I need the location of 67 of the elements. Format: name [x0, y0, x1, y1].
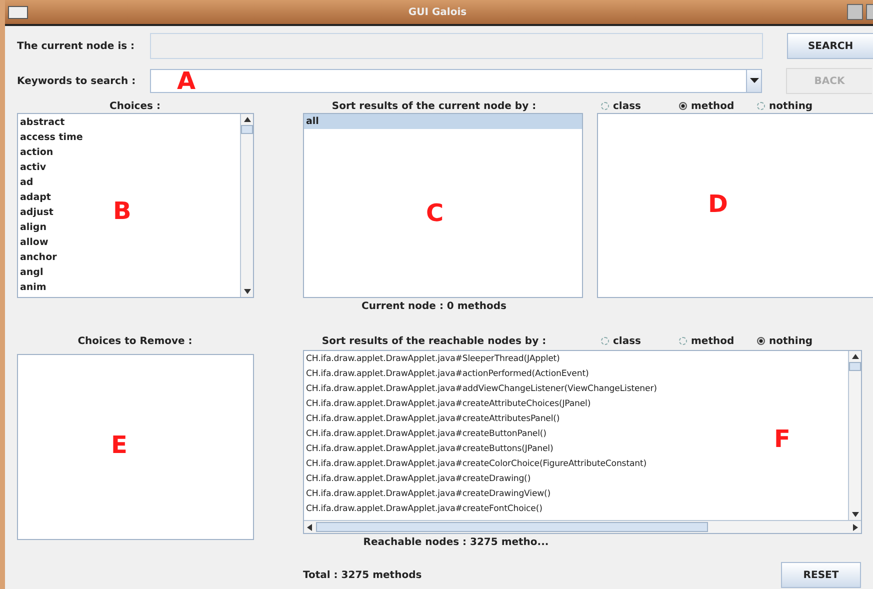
scroll-down-icon[interactable] [244, 289, 250, 294]
scrollbar-thumb[interactable] [316, 522, 708, 532]
vertical-scrollbar[interactable] [240, 114, 253, 297]
list-item[interactable]: CH.ifa.draw.applet.DrawApplet.java#SleeperThread(JApplet) [304, 352, 560, 367]
list-item[interactable]: align [18, 220, 46, 235]
status-text: Reachable nodes : 3275 metho... [362, 537, 550, 548]
list-item[interactable]: CH.ifa.draw.applet.DrawApplet.java#createButtonPanel() [304, 427, 546, 442]
list-item[interactable]: CH.ifa.draw.applet.DrawApplet.java#createFontChoice() [304, 502, 542, 517]
annotation-letter: E [111, 433, 128, 457]
list-item[interactable]: CH.ifa.draw.applet.DrawApplet.java#createDrawing() [304, 472, 531, 487]
sort-radio[interactable]: method [679, 100, 757, 112]
window-menu-icon[interactable] [8, 6, 28, 18]
list-item[interactable]: CH.ifa.draw.applet.DrawApplet.java#actionPerformed(ActionEvent) [304, 367, 589, 382]
annotation-letter: B [113, 199, 132, 223]
reset-button[interactable]: RESET [781, 562, 861, 588]
list-item[interactable]: anchor [18, 250, 57, 265]
annotation-letter: D [708, 192, 728, 216]
scroll-down-icon[interactable] [852, 512, 858, 517]
scrollbar-thumb[interactable] [241, 125, 253, 134]
choices-to-remove-list[interactable]: E [17, 354, 254, 540]
list-item[interactable]: ad [18, 175, 34, 190]
list-item[interactable]: activ [18, 160, 46, 175]
list-item[interactable]: abstract [18, 115, 65, 130]
scrollbar-thumb[interactable] [849, 362, 861, 371]
annotation-letter: F [774, 427, 790, 451]
list-heading: Choices to Remove : [76, 336, 194, 346]
list-item[interactable]: CH.ifa.draw.applet.DrawApplet.java#createColorChoice(FigureAttributeConstant) [304, 457, 646, 472]
list-heading: Choices : [108, 100, 162, 112]
window-title: GUI Galois [408, 6, 467, 18]
list-item[interactable]: angl [18, 265, 44, 280]
vertical-scrollbar[interactable] [848, 351, 861, 520]
list-item[interactable]: access time [18, 130, 83, 145]
list-item[interactable]: allow [18, 235, 48, 250]
reachable-nodes-list[interactable] [303, 350, 862, 534]
list-item[interactable]: anim [18, 280, 46, 295]
list-item[interactable]: CH.ifa.draw.applet.DrawApplet.java#addViewChangeListener(ViewChangeListener) [304, 382, 657, 397]
current-node-list[interactable]: all C [303, 113, 583, 298]
field-label: The current node is : [17, 40, 136, 52]
sort-radio[interactable]: nothing [757, 100, 835, 112]
choices-list[interactable]: abstract access time action activ ad adapt adjust align allow anchor angl anim B [17, 113, 254, 298]
list-item[interactable]: adapt [18, 190, 51, 205]
horizontal-scrollbar[interactable] [304, 520, 861, 533]
list-item[interactable]: CH.ifa.draw.applet.DrawApplet.java#createAttributesPanel() [304, 412, 560, 427]
sort-radio[interactable]: class [601, 336, 679, 346]
list-item[interactable]: action [18, 145, 54, 160]
list-item[interactable]: CH.ifa.draw.applet.DrawApplet.java#createDrawingView() [304, 487, 551, 502]
scroll-up-icon[interactable] [852, 354, 858, 359]
list-item[interactable]: CH.ifa.draw.applet.DrawApplet.java#createAttributeChoices(JPanel) [304, 397, 591, 412]
sort-radio[interactable]: method [679, 336, 757, 346]
list-item[interactable]: adjust [18, 205, 54, 220]
scroll-up-icon[interactable] [244, 117, 250, 122]
search-button[interactable]: SEARCH [787, 33, 873, 59]
list-item[interactable]: CH.ifa.draw.applet.DrawApplet.java#createButtons(JPanel) [304, 442, 554, 457]
field-label: Keywords to search : [17, 76, 137, 86]
list-item[interactable]: all [304, 114, 582, 129]
annotation-letter: C [426, 201, 444, 225]
annotation-letter: A [177, 69, 196, 93]
scroll-left-icon[interactable] [307, 524, 312, 530]
scroll-right-icon[interactable] [853, 524, 858, 530]
status-text: Current node : 0 methods [360, 300, 508, 312]
sort-radio[interactable]: class [601, 100, 679, 112]
sort-radio[interactable]: nothing [757, 336, 835, 346]
minimize-icon[interactable] [847, 4, 864, 20]
list-heading: Sort results of the current node by : [330, 100, 538, 112]
list-heading: Sort results of the reachable nodes by : [320, 336, 548, 346]
close-icon[interactable] [866, 4, 873, 20]
total-text: Total : 3275 methods [303, 570, 422, 580]
